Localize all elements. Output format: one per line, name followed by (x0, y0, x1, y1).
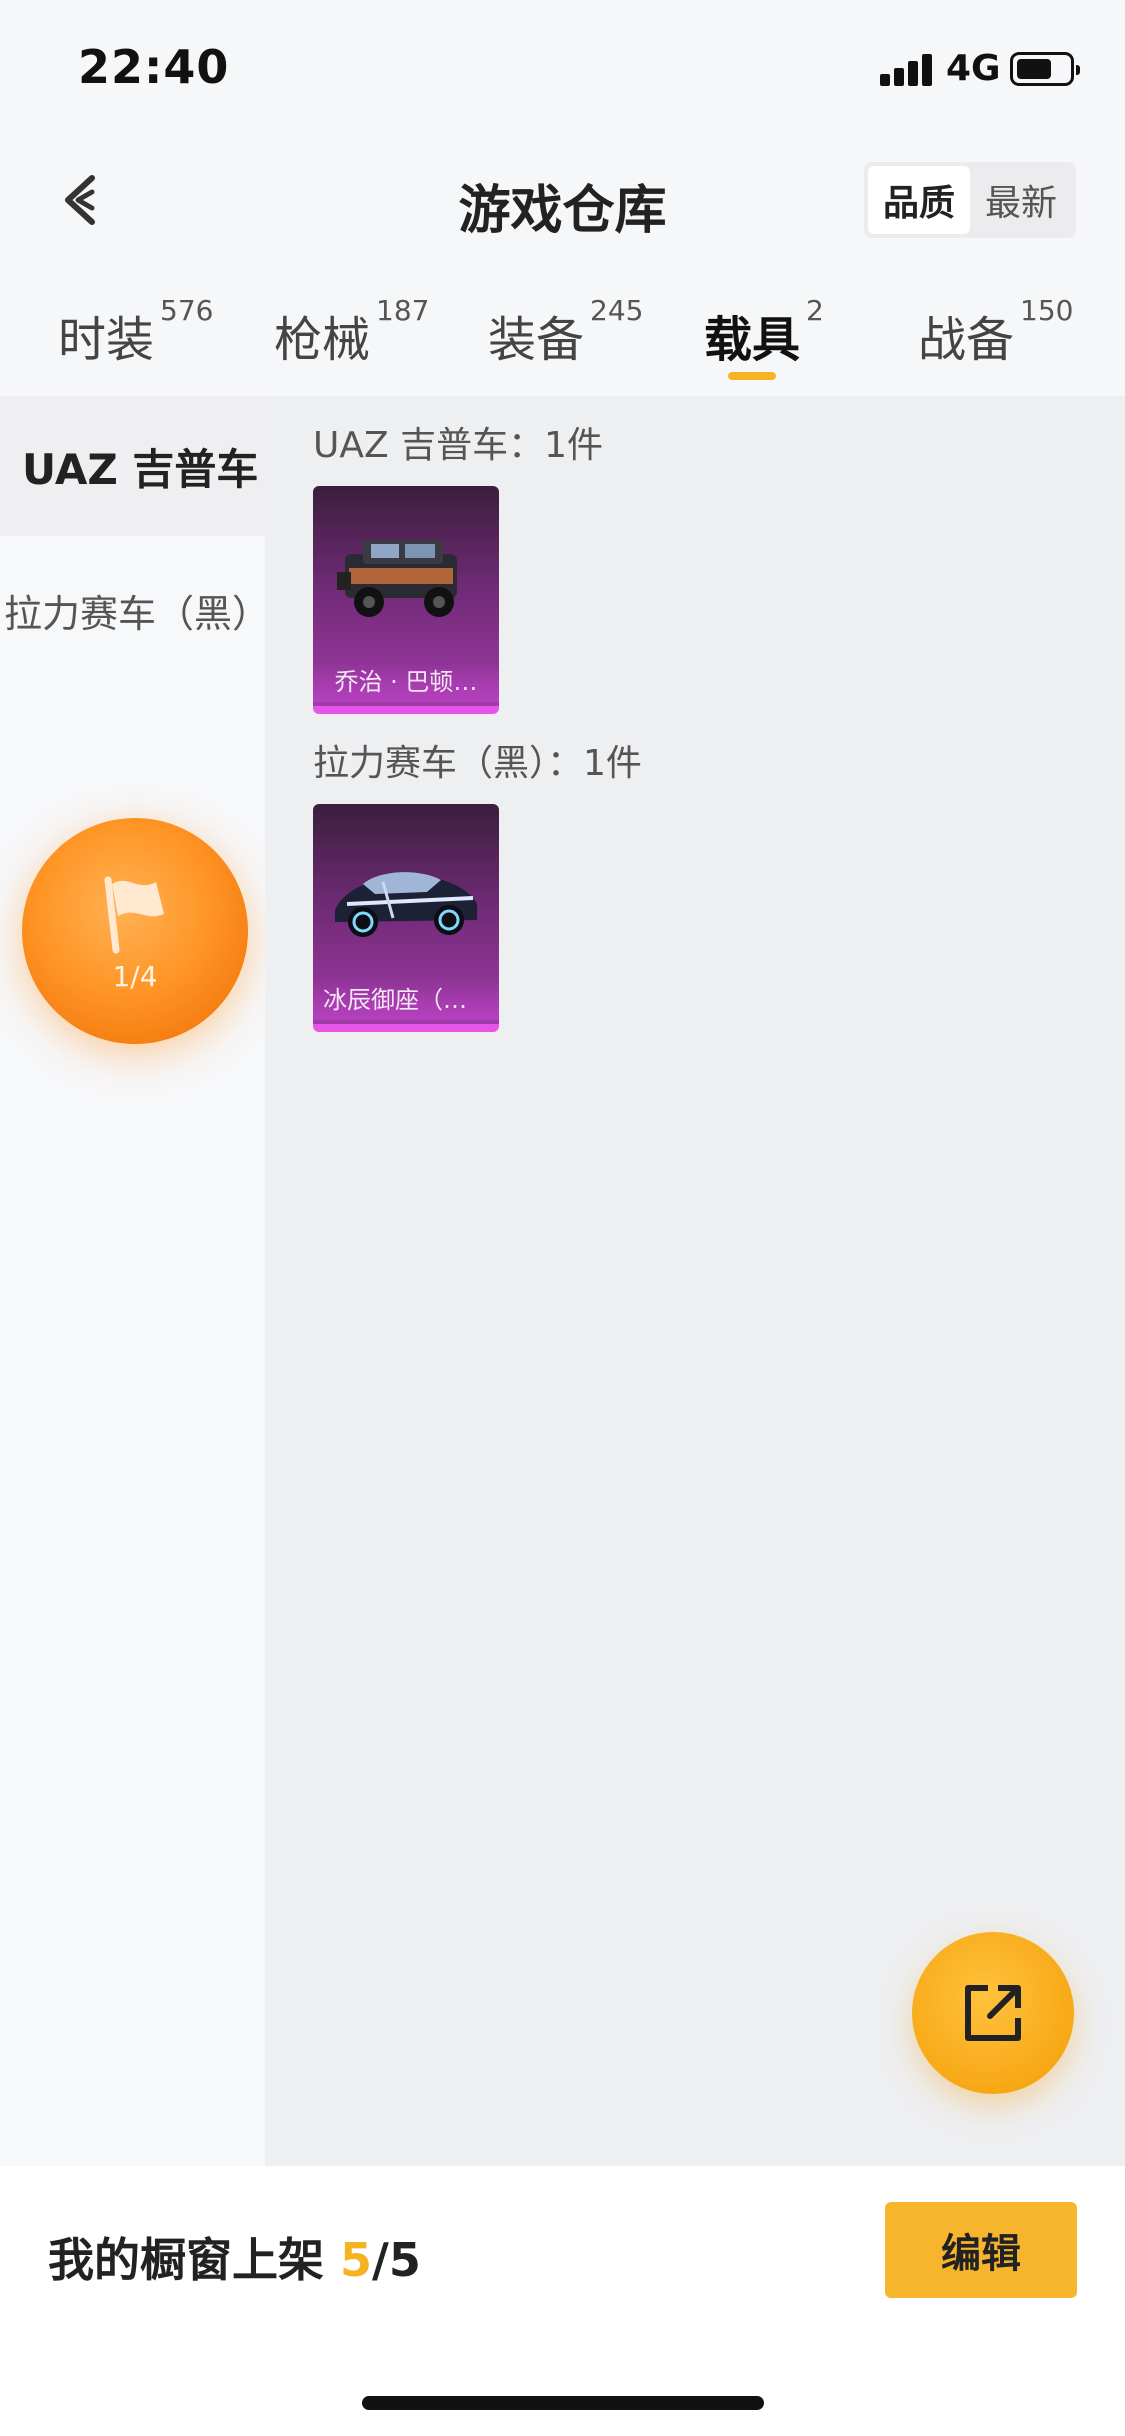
tab-guns[interactable]: 枪械187 (274, 294, 429, 380)
side-item-rally[interactable]: 拉力赛车（黑） (0, 540, 270, 680)
edit-button[interactable]: 编辑 (885, 2202, 1077, 2298)
tab-label: 战备 (918, 312, 1015, 368)
shelf-current-count: 5 (340, 2233, 373, 2287)
signal-icon (880, 52, 934, 86)
jeep-image (337, 540, 457, 617)
tab-equipment[interactable]: 装备245 (488, 294, 643, 380)
flag-progress-count: 1/4 (112, 960, 158, 993)
vehicle-card-rally[interactable]: 冰辰御座（神… (313, 804, 499, 1032)
flag-progress-button[interactable]: 1/4 (22, 818, 248, 1044)
side-item-uaz[interactable]: UAZ 吉普车 (0, 396, 265, 536)
tab-label: 装备 (488, 312, 585, 368)
bottom-bar: 我的橱窗上架 5/5 编辑 (0, 2166, 1125, 2436)
header: 游戏仓库 品质 最新 (0, 140, 1125, 260)
share-button[interactable] (912, 1932, 1074, 2094)
tab-count: 187 (376, 294, 430, 327)
status-time: 22:40 (78, 40, 230, 94)
battery-icon (1010, 52, 1080, 86)
rally-car-image (335, 872, 477, 937)
vehicle-name: 冰辰御座（神… (313, 980, 499, 1020)
vehicle-card-uaz[interactable]: 乔治 · 巴顿… (313, 486, 499, 714)
tab-label: 时装 (58, 312, 155, 368)
sort-newest-button[interactable]: 最新 (970, 166, 1072, 234)
sort-quality-button[interactable]: 品质 (868, 166, 970, 234)
tab-count: 245 (590, 294, 644, 327)
group-title-uaz: UAZ 吉普车：1件 (313, 425, 603, 466)
tab-label: 枪械 (274, 312, 371, 368)
home-indicator[interactable] (362, 2396, 764, 2410)
tab-count: 150 (1020, 294, 1074, 327)
shelf-total: /5 (372, 2233, 421, 2287)
tab-label: 载具 (704, 312, 801, 368)
side-nav: UAZ 吉普车 拉力赛车（黑） (0, 396, 270, 2166)
active-tab-indicator (728, 372, 776, 380)
tab-count: 2 (806, 294, 824, 327)
tab-supplies[interactable]: 战备150 (918, 294, 1073, 380)
side-item-label: 拉力赛车（黑） (4, 591, 271, 636)
vehicle-name: 乔治 · 巴顿… (313, 662, 499, 702)
share-icon (965, 1985, 1021, 2041)
tab-fashion[interactable]: 时装576 (58, 294, 213, 380)
group-title-rally: 拉力赛车（黑）：1件 (313, 743, 642, 784)
status-bar: 22:40 4G (0, 0, 1125, 140)
tab-vehicles[interactable]: 载具2 (704, 294, 824, 380)
network-label: 4G (946, 48, 1001, 89)
shelf-label: 我的橱窗上架 (48, 2233, 341, 2287)
category-tabs: 时装576 枪械187 装备245 载具2 战备150 (0, 280, 1125, 396)
sort-toggle: 品质 最新 (864, 162, 1076, 238)
vehicle-list: UAZ 吉普车：1件 乔治 · 巴顿… 拉力赛车（黑）：1件 冰辰御座（神… (265, 396, 1125, 2166)
tab-count: 576 (160, 294, 214, 327)
showcase-shelf-status: 我的橱窗上架 5/5 (48, 2224, 421, 2290)
side-item-label: UAZ 吉普车 (22, 444, 259, 494)
flag-icon (104, 876, 164, 954)
